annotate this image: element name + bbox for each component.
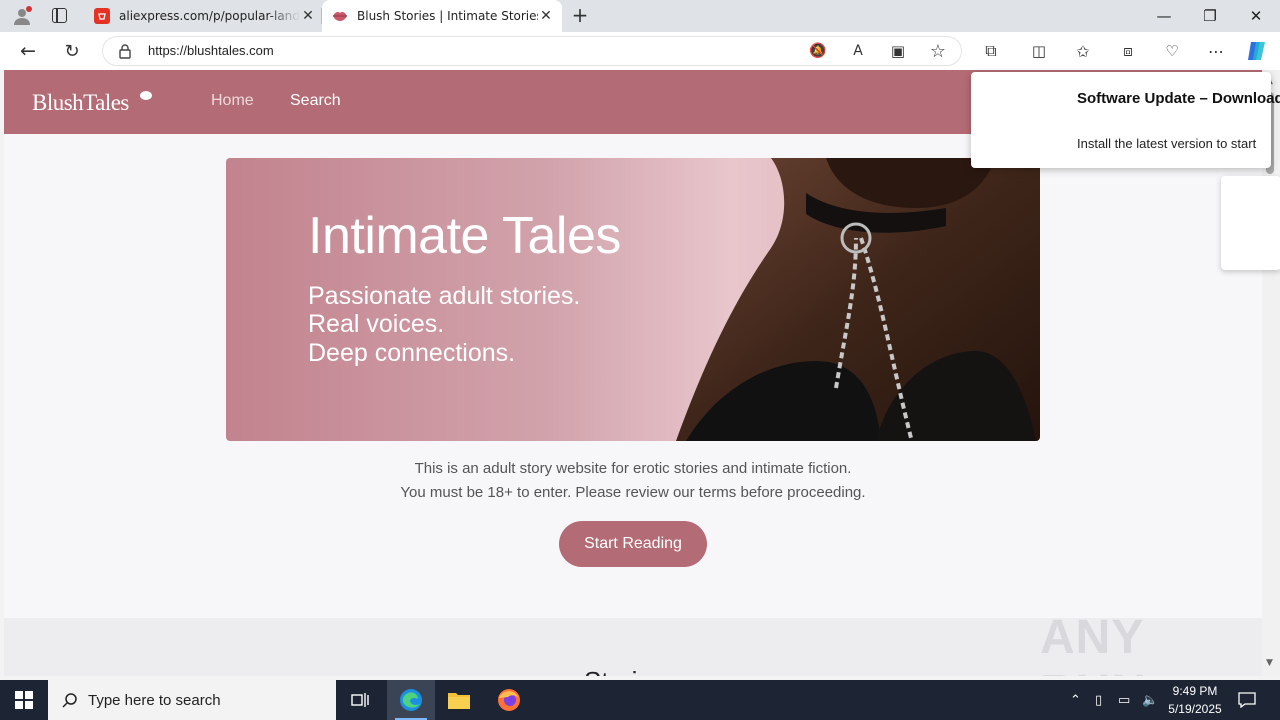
task-view-icon[interactable]	[336, 680, 384, 720]
close-tab-icon[interactable]: ✕	[538, 8, 554, 24]
anyrun-watermark: ANY RUN	[1040, 611, 1146, 676]
search-icon	[62, 693, 77, 708]
lips-favicon-icon	[332, 8, 348, 24]
aliexpress-favicon-icon	[94, 8, 110, 24]
hero-title: Intimate Tales	[308, 207, 621, 265]
nav-search-link[interactable]: Search	[290, 92, 341, 110]
clock-time: 9:49 PM	[1172, 684, 1218, 698]
profile-avatar-icon[interactable]	[12, 6, 32, 26]
taskbar-clock[interactable]: 9:49 PM 5/19/2025	[1160, 682, 1230, 718]
volume-icon[interactable]: 🔈	[1142, 680, 1158, 720]
firefox-icon[interactable]	[485, 680, 533, 720]
secondary-notification[interactable]	[1221, 176, 1280, 270]
logo-bubble-icon	[140, 91, 152, 100]
start-reading-button[interactable]: Start Reading	[559, 521, 707, 567]
tab-title: Blush Stories | Intimate Stories	[357, 9, 538, 23]
notification-center-icon[interactable]	[1238, 680, 1258, 720]
lock-icon[interactable]	[118, 43, 132, 59]
split-screen-icon[interactable]: ◫	[1028, 40, 1050, 62]
tab-actions-icon[interactable]	[52, 8, 67, 23]
hero-banner: Intimate Tales Passionate adult stories.…	[226, 158, 1040, 441]
collections-icon[interactable]: ⧈	[1117, 40, 1139, 62]
url-text[interactable]: https://blushtales.com	[148, 43, 274, 58]
notification-title: Software Update – Download	[1077, 90, 1280, 107]
software-update-notification[interactable]: Software Update – Download Install the l…	[971, 72, 1280, 168]
tab-title: aliexpress.com/p/popular-landing	[119, 9, 300, 23]
back-icon[interactable]: ←	[17, 40, 39, 62]
new-tab-button[interactable]: +	[568, 4, 592, 28]
stories-heading: Stories	[584, 666, 665, 676]
nav-home-link[interactable]: Home	[211, 92, 254, 110]
taskbar-search-box[interactable]: Type here to search	[48, 680, 336, 720]
notifications-blocked-icon[interactable]: 🔕	[807, 40, 829, 62]
scroll-down-icon[interactable]: ▼	[1266, 658, 1273, 668]
edge-taskbar-icon[interactable]	[387, 680, 435, 720]
tray-device-icon[interactable]: ▯	[1095, 680, 1102, 720]
extensions-icon[interactable]: ⧉	[980, 40, 1002, 62]
intro-line: You must be 18+ to enter. Please review …	[400, 484, 866, 501]
copilot-icon[interactable]	[1245, 40, 1269, 62]
hero-line: Passionate adult stories.	[308, 282, 581, 310]
immersive-reader-icon[interactable]: ▣	[887, 40, 909, 62]
clock-date: 5/19/2025	[1168, 702, 1222, 716]
browser-essentials-icon[interactable]: ♡	[1161, 40, 1183, 62]
windows-taskbar: Type here to search ⌃ ▯ ▭ 🔈 9:49 PM 5/19…	[0, 680, 1280, 720]
minimize-icon[interactable]: —	[1141, 0, 1187, 32]
close-tab-icon[interactable]: ✕	[300, 8, 316, 24]
search-placeholder: Type here to search	[88, 691, 221, 709]
favorite-star-icon[interactable]: ☆	[927, 40, 949, 62]
notification-body: Install the latest version to start	[1077, 136, 1257, 151]
restore-icon[interactable]: ❐	[1187, 0, 1233, 32]
tray-chevron-icon[interactable]: ⌃	[1070, 680, 1081, 720]
file-explorer-icon[interactable]	[435, 680, 483, 720]
refresh-icon[interactable]: ↻	[61, 40, 83, 62]
tab-aliexpress[interactable]: aliexpress.com/p/popular-landing ✕	[86, 0, 322, 32]
hero-line: Real voices.	[308, 310, 445, 338]
site-logo[interactable]: BlushTales	[32, 90, 129, 116]
windows-start-icon[interactable]	[0, 680, 48, 720]
intro-line: This is an adult story website for eroti…	[414, 460, 852, 477]
tab-strip: aliexpress.com/p/popular-landing ✕ Blush…	[0, 0, 1280, 32]
close-window-icon[interactable]: ✕	[1233, 0, 1279, 32]
tab-blush-stories[interactable]: Blush Stories | Intimate Stories ✕	[322, 0, 562, 32]
hero-line: Deep connections.	[308, 339, 516, 367]
favorites-icon[interactable]: ✩	[1072, 40, 1094, 62]
hero-photo	[676, 158, 1040, 441]
read-aloud-icon[interactable]: A	[847, 40, 869, 62]
settings-more-icon[interactable]: ⋯	[1205, 40, 1227, 62]
network-icon[interactable]: ▭	[1118, 680, 1130, 720]
